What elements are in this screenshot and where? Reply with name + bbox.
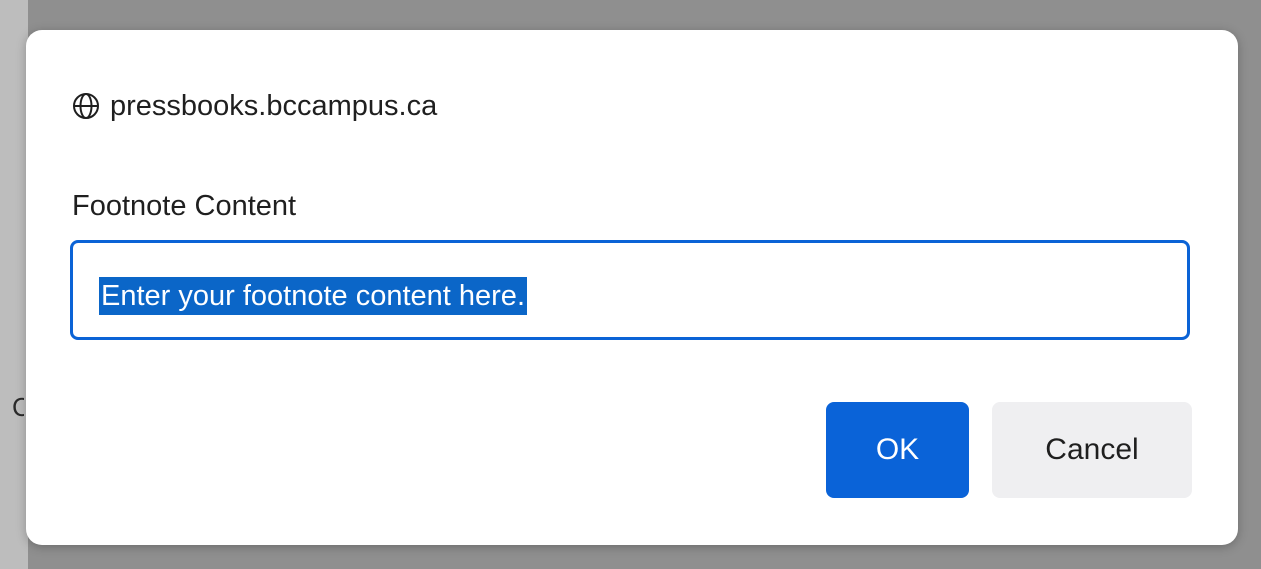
footnote-content-input[interactable]: Enter your footnote content here. xyxy=(70,240,1190,340)
footnote-content-label: Footnote Content xyxy=(72,190,297,222)
page-backdrop-edge xyxy=(0,0,28,569)
dialog-origin: pressbooks.bccampus.ca xyxy=(72,86,437,126)
backdrop-partial-text: C xyxy=(12,392,24,422)
origin-domain: pressbooks.bccampus.ca xyxy=(110,89,438,122)
footnote-prompt-dialog: pressbooks.bccampus.ca Footnote Content … xyxy=(26,30,1238,545)
selected-input-text[interactable]: Enter your footnote content here. xyxy=(99,277,527,315)
globe-icon xyxy=(72,92,100,120)
cancel-button[interactable]: Cancel xyxy=(992,402,1192,498)
ok-button[interactable]: OK xyxy=(826,402,969,498)
